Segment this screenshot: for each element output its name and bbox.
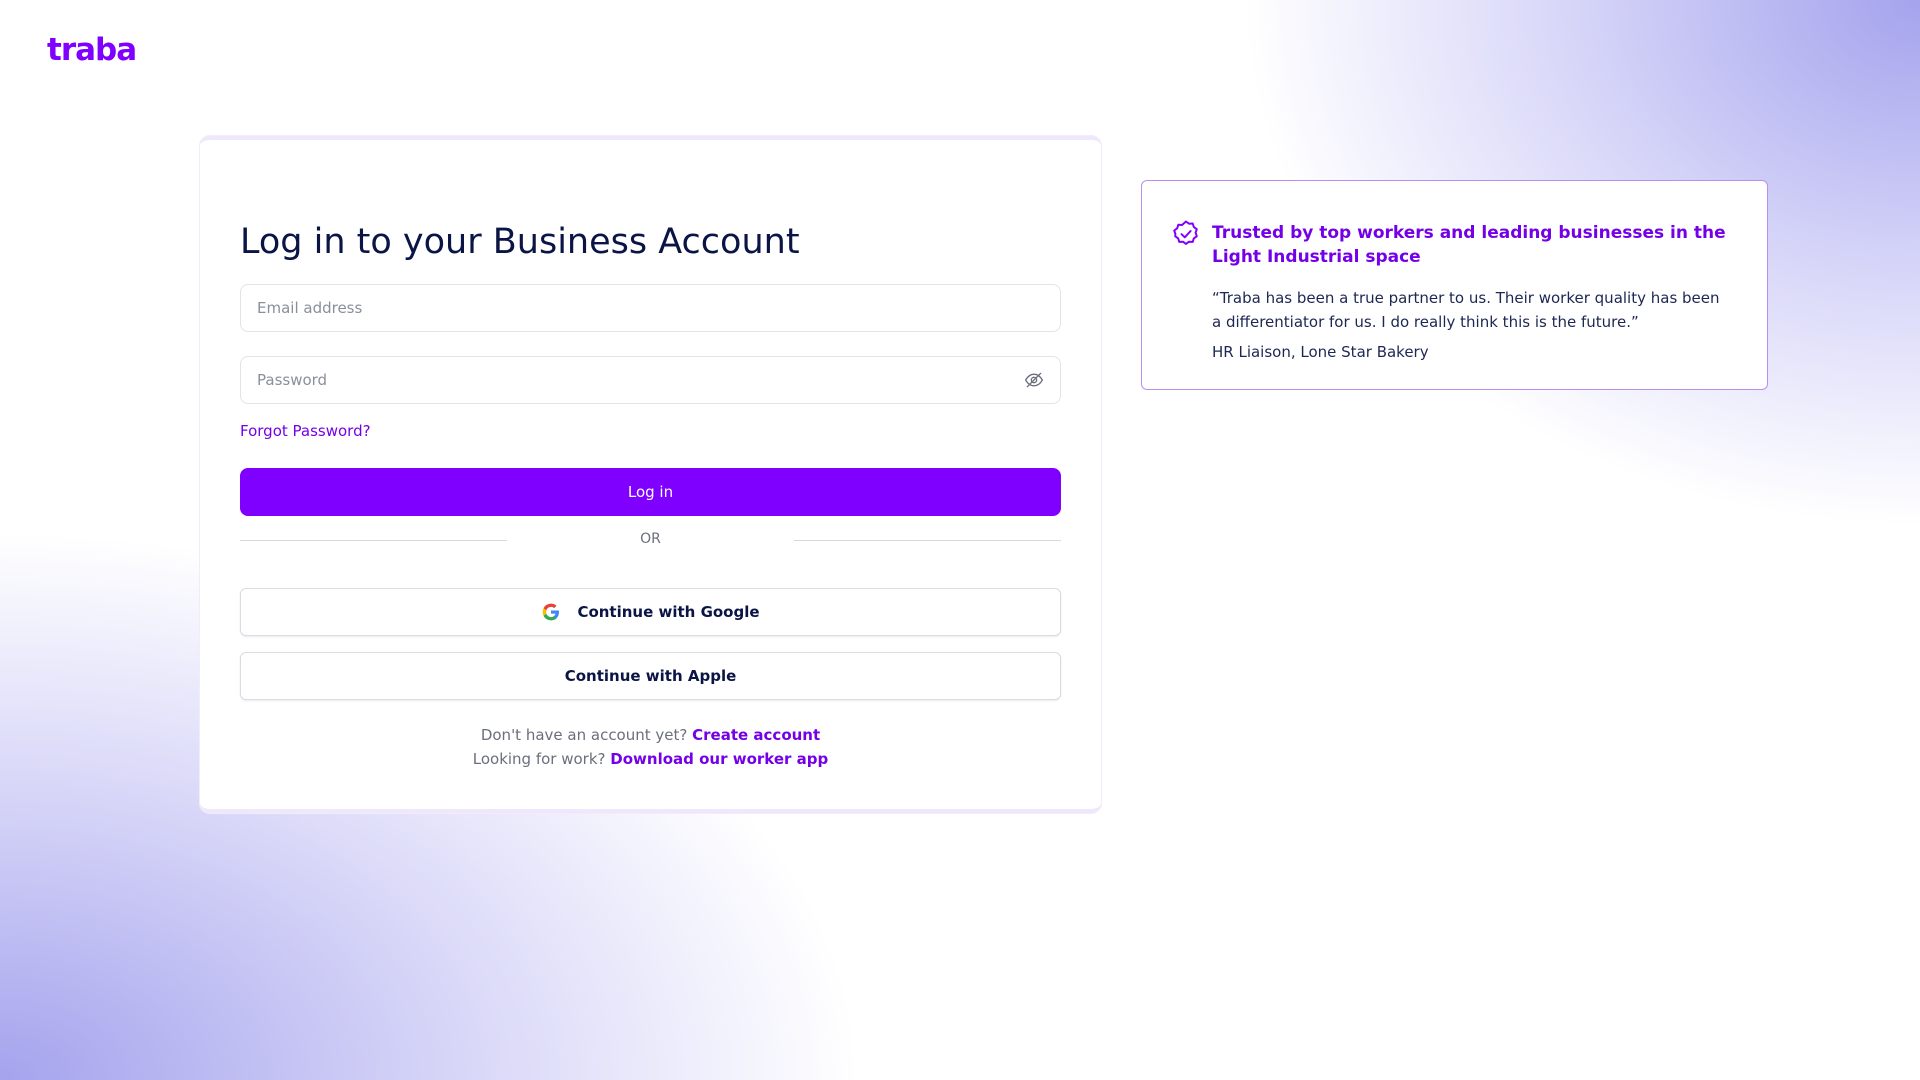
testimonial-author: HR Liaison, Lone Star Bakery xyxy=(1212,343,1429,361)
eye-off-icon[interactable] xyxy=(1024,370,1044,390)
google-signin-label: Continue with Google xyxy=(577,603,760,621)
login-button[interactable]: Log in xyxy=(240,468,1061,516)
traba-logo[interactable]: traba xyxy=(47,32,137,68)
password-field[interactable] xyxy=(257,371,1024,389)
login-card: Log in to your Business Account Forgot P… xyxy=(200,136,1101,813)
worker-app-row: Looking for work? Download our worker ap… xyxy=(200,750,1101,768)
apple-signin-label: Continue with Apple xyxy=(564,667,737,685)
testimonial-quote: “Traba has been a true partner to us. Th… xyxy=(1212,289,1720,331)
signup-row: Don't have an account yet? Create accoun… xyxy=(200,726,1101,744)
testimonial-card: Trusted by top workers and leading busin… xyxy=(1141,180,1768,390)
apple-signin-button[interactable]: Continue with Apple xyxy=(240,652,1061,700)
password-field-container xyxy=(240,356,1061,404)
forgot-password-link[interactable]: Forgot Password? xyxy=(240,422,371,440)
worker-prompt: Looking for work? xyxy=(472,750,606,768)
page-title: Log in to your Business Account xyxy=(240,222,800,262)
divider-line-right xyxy=(794,540,1061,541)
download-worker-app-link[interactable]: Download our worker app xyxy=(610,750,828,768)
email-field[interactable] xyxy=(257,299,1044,317)
create-account-link[interactable]: Create account xyxy=(692,726,820,744)
google-signin-button[interactable]: Continue with Google xyxy=(240,588,1061,636)
check-circle-icon xyxy=(1173,220,1198,245)
email-field-container xyxy=(240,284,1061,332)
google-icon xyxy=(543,603,560,621)
signup-prompt: Don't have an account yet? xyxy=(480,726,688,744)
or-divider: OR xyxy=(240,530,1061,550)
or-label: OR xyxy=(640,531,661,547)
testimonial-heading: Trusted by top workers and leading busin… xyxy=(1212,223,1726,267)
